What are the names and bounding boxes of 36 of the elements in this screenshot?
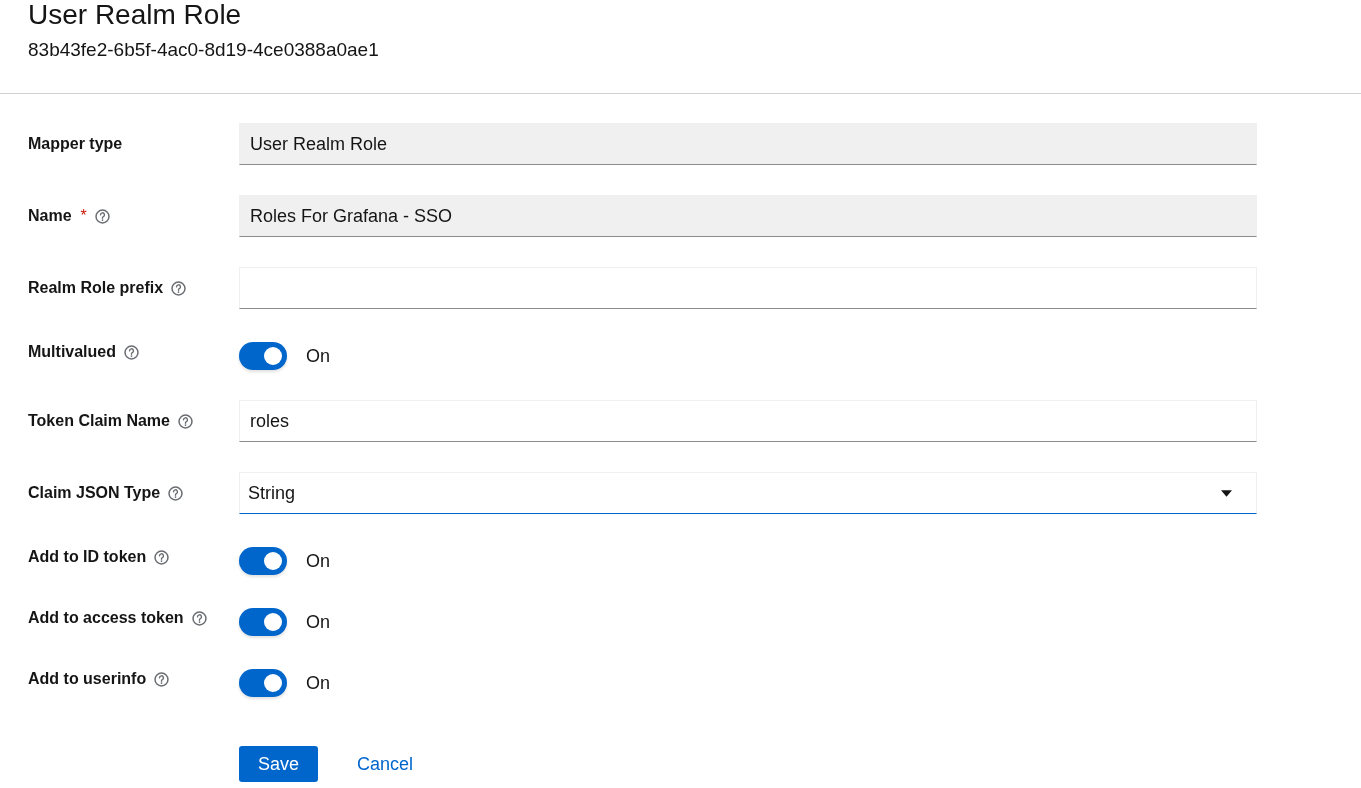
text-input[interactable]: roles [239,400,1257,442]
toggle-state-text: On [306,550,330,572]
field-label: Add to access token [28,608,184,628]
help-icon[interactable] [168,485,184,501]
field-label: Realm Role prefix [28,278,164,298]
text-input[interactable] [239,267,1257,309]
save-button[interactable]: Save [239,746,319,782]
help-icon[interactable] [177,413,193,429]
toggle-state-text: On [306,672,330,694]
toggle-switch[interactable] [239,608,287,636]
field-label: Add to ID token [28,547,147,567]
help-icon[interactable] [154,549,170,565]
mapper-id: 83b43fe2-6b5f-4ac0-8d19-4ce0388a0ae1 [28,38,379,62]
toggle-switch[interactable] [239,547,287,575]
caret-down-icon [1221,489,1232,497]
help-icon[interactable] [94,208,110,224]
field-label: Mapper type [28,134,123,154]
toggle-switch[interactable] [239,342,287,370]
page-title: User Realm Role [28,0,242,30]
text-input[interactable]: Roles For Grafana - SSO [239,195,1257,237]
toggle-state-text: On [306,345,330,367]
toggle-switch[interactable] [239,669,287,697]
help-icon[interactable] [124,344,139,360]
field-label: Multivalued [28,342,116,362]
field-label: Add to userinfo [28,669,147,689]
required-asterisk: * [80,206,87,226]
help-icon[interactable] [191,610,207,626]
field-label: Token Claim Name [28,411,170,431]
field-label: Claim JSON Type [28,483,161,503]
toggle-state-text: On [306,611,330,633]
select-dropdown[interactable]: String [239,472,1257,514]
cancel-link[interactable]: Cancel [341,746,430,782]
help-icon[interactable] [154,671,170,687]
text-input[interactable]: User Realm Role [239,123,1257,165]
help-icon[interactable] [171,280,187,296]
field-label: Name [28,206,72,226]
